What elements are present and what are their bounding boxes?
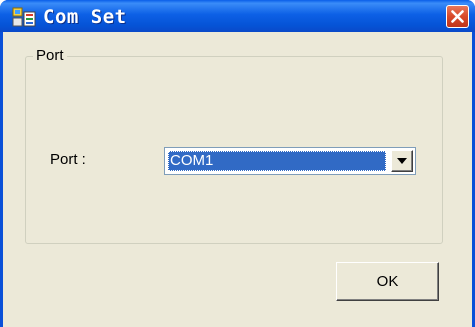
port-select[interactable]: COM1 bbox=[164, 147, 416, 175]
close-button[interactable] bbox=[446, 5, 469, 28]
chevron-down-icon bbox=[397, 158, 407, 164]
app-window-icon bbox=[12, 6, 36, 28]
dropdown-button[interactable] bbox=[391, 150, 413, 172]
port-field-label: Port : bbox=[50, 151, 86, 168]
close-icon bbox=[451, 10, 464, 23]
ok-button[interactable]: OK bbox=[336, 262, 439, 301]
window-title: Com Set bbox=[43, 6, 127, 28]
port-group-label: Port bbox=[33, 48, 67, 64]
title-bar[interactable]: Com Set bbox=[0, 0, 475, 32]
port-selected-value[interactable]: COM1 bbox=[168, 151, 386, 171]
com-set-dialog: Com Set Port Port : COM1 OK bbox=[0, 0, 475, 327]
